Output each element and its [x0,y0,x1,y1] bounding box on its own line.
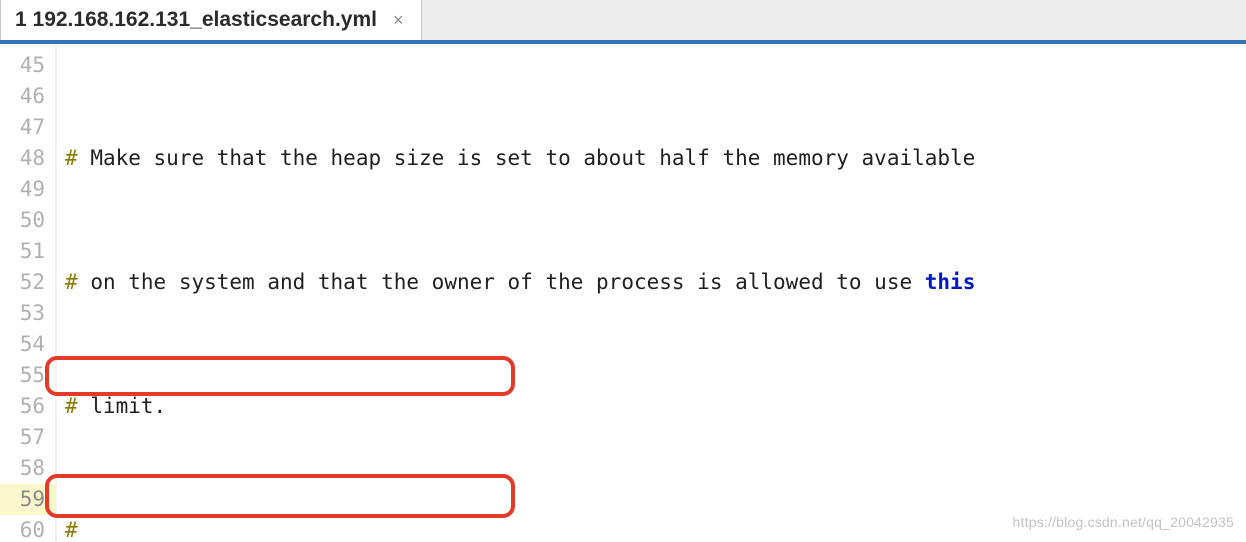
line-number: 51 [0,236,55,267]
line-number: 52 [0,267,55,298]
editor[interactable]: 45464748495051525354555657585960 # Make … [0,44,1246,542]
close-icon[interactable]: × [389,10,408,31]
line-number: 54 [0,329,55,360]
hash-icon: # [65,270,78,294]
comment-text: on the system and that the owner of the … [90,270,924,294]
line-number: 58 [0,453,55,484]
code-area[interactable]: # Make sure that the heap size is set to… [57,44,1246,542]
code-line: # on the system and that the owner of th… [57,267,1246,298]
line-number: 56 [0,391,55,422]
line-number: 50 [0,205,55,236]
line-number: 48 [0,143,55,174]
hash-icon: # [65,146,78,170]
line-number: 46 [0,81,55,112]
annotation-box [45,356,515,396]
code-line: # [57,515,1246,542]
gutter: 45464748495051525354555657585960 [0,44,57,542]
hash-icon: # [65,518,78,542]
tab-file[interactable]: 1 192.168.162.131_elasticsearch.yml × [0,0,422,40]
line-number: 60 [0,515,55,542]
line-number: 53 [0,298,55,329]
line-number: 57 [0,422,55,453]
line-number: 55 [0,360,55,391]
tab-title: 1 192.168.162.131_elasticsearch.yml [15,8,377,32]
code-line: # limit. [57,391,1246,422]
comment-text: limit. [90,394,166,418]
keyword-this: this [925,270,976,294]
comment-text: Make sure that the heap size is set to a… [90,146,975,170]
annotation-box [45,474,515,518]
line-number: 49 [0,174,55,205]
line-number: 45 [0,50,55,81]
tab-bar: 1 192.168.162.131_elasticsearch.yml × [0,0,1246,44]
code-line: # Make sure that the heap size is set to… [57,143,1246,174]
hash-icon: # [65,394,78,418]
line-number: 59 [0,484,55,515]
line-number: 47 [0,112,55,143]
